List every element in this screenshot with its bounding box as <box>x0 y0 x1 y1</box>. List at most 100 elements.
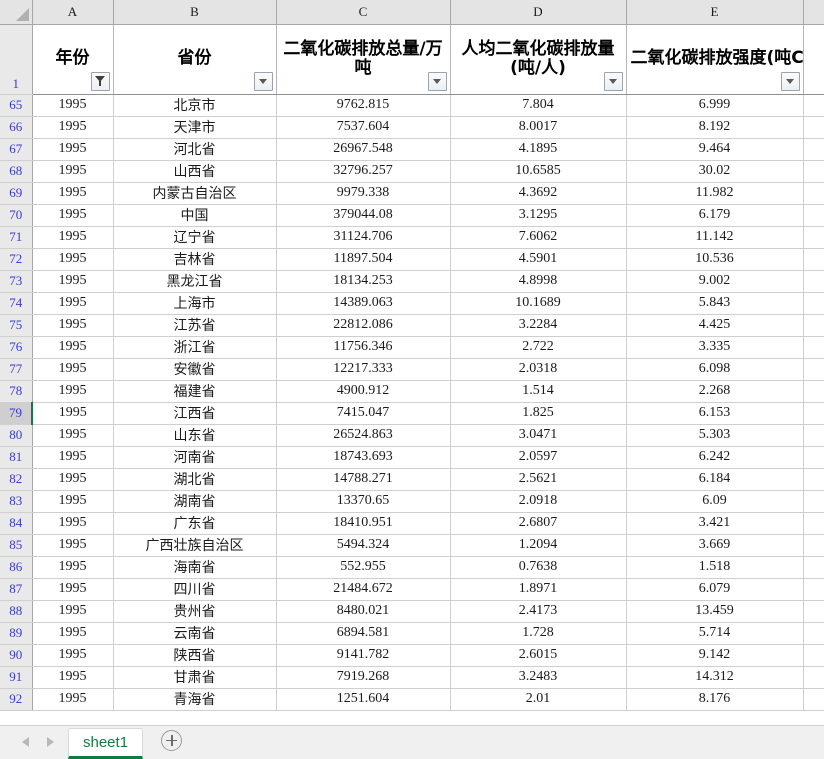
column-letter-b[interactable]: B <box>113 0 277 25</box>
cell-d86[interactable]: 0.7638 <box>450 556 627 579</box>
cell-b78[interactable]: 福建省 <box>113 380 277 403</box>
cell-e71[interactable]: 11.142 <box>626 226 804 249</box>
cell-d73[interactable]: 4.8998 <box>450 270 627 293</box>
cell-b74[interactable]: 上海市 <box>113 292 277 315</box>
table-row[interactable]: 88 1995 贵州省 8480.021 2.4173 13.459 <box>0 600 824 623</box>
cell-d92[interactable]: 2.01 <box>450 688 627 711</box>
row-header-69[interactable]: 69 <box>0 182 33 205</box>
cell-c69[interactable]: 9979.338 <box>276 182 451 205</box>
cell-a71[interactable]: 1995 <box>32 226 114 249</box>
cell-a79[interactable]: 1995 <box>32 402 114 425</box>
table-row[interactable]: 79 1995 江西省 7415.047 1.825 6.153 <box>0 402 824 425</box>
cell-c91[interactable]: 7919.268 <box>276 666 451 689</box>
cell-d78[interactable]: 1.514 <box>450 380 627 403</box>
cell-b92[interactable]: 青海省 <box>113 688 277 711</box>
table-row[interactable]: 81 1995 河南省 18743.693 2.0597 6.242 <box>0 446 824 469</box>
cell-d91[interactable]: 3.2483 <box>450 666 627 689</box>
cell-a66[interactable]: 1995 <box>32 116 114 139</box>
header-cell-e[interactable]: 二氧化碳排放强度(吨CO2/万元 <box>626 24 804 95</box>
header-cell-c[interactable]: 二氧化碳排放总量/万吨 <box>276 24 451 95</box>
table-row[interactable]: 76 1995 浙江省 11756.346 2.722 3.335 <box>0 336 824 359</box>
cell-d90[interactable]: 2.6015 <box>450 644 627 667</box>
cell-b73[interactable]: 黑龙江省 <box>113 270 277 293</box>
table-row[interactable]: 65 1995 北京市 9762.815 7.804 6.999 <box>0 94 824 117</box>
cell-a83[interactable]: 1995 <box>32 490 114 513</box>
cell-a84[interactable]: 1995 <box>32 512 114 535</box>
cell-e66[interactable]: 8.192 <box>626 116 804 139</box>
row-header-80[interactable]: 80 <box>0 424 33 447</box>
table-row[interactable]: 69 1995 内蒙古自治区 9979.338 4.3692 11.982 <box>0 182 824 205</box>
cell-a80[interactable]: 1995 <box>32 424 114 447</box>
row-header-86[interactable]: 86 <box>0 556 33 579</box>
row-header-89[interactable]: 89 <box>0 622 33 645</box>
cell-d85[interactable]: 1.2094 <box>450 534 627 557</box>
row-header-76[interactable]: 76 <box>0 336 33 359</box>
cell-e73[interactable]: 9.002 <box>626 270 804 293</box>
cell-e83[interactable]: 6.09 <box>626 490 804 513</box>
triangle-left-icon[interactable] <box>22 737 29 747</box>
cell-d87[interactable]: 1.8971 <box>450 578 627 601</box>
cell-c68[interactable]: 32796.257 <box>276 160 451 183</box>
cell-e89[interactable]: 5.714 <box>626 622 804 645</box>
cell-c83[interactable]: 13370.65 <box>276 490 451 513</box>
cell-b68[interactable]: 山西省 <box>113 160 277 183</box>
cell-c71[interactable]: 31124.706 <box>276 226 451 249</box>
table-row[interactable]: 85 1995 广西壮族自治区 5494.324 1.2094 3.669 <box>0 534 824 557</box>
cell-b83[interactable]: 湖南省 <box>113 490 277 513</box>
table-row[interactable]: 77 1995 安徽省 12217.333 2.0318 6.098 <box>0 358 824 381</box>
table-row[interactable]: 87 1995 四川省 21484.672 1.8971 6.079 <box>0 578 824 601</box>
cell-c86[interactable]: 552.955 <box>276 556 451 579</box>
cell-a89[interactable]: 1995 <box>32 622 114 645</box>
cell-a81[interactable]: 1995 <box>32 446 114 469</box>
cell-c82[interactable]: 14788.271 <box>276 468 451 491</box>
row-header-66[interactable]: 66 <box>0 116 33 139</box>
column-letter-d[interactable]: D <box>450 0 627 25</box>
table-row[interactable]: 90 1995 陕西省 9141.782 2.6015 9.142 <box>0 644 824 667</box>
filter-button-b[interactable] <box>253 71 273 91</box>
cell-c79[interactable]: 7415.047 <box>276 402 451 425</box>
cell-d72[interactable]: 4.5901 <box>450 248 627 271</box>
table-row[interactable]: 74 1995 上海市 14389.063 10.1689 5.843 <box>0 292 824 315</box>
cell-b90[interactable]: 陕西省 <box>113 644 277 667</box>
cell-e92[interactable]: 8.176 <box>626 688 804 711</box>
cell-a82[interactable]: 1995 <box>32 468 114 491</box>
row-header-1[interactable]: 1 <box>0 24 33 95</box>
cell-e88[interactable]: 13.459 <box>626 600 804 623</box>
table-row[interactable]: 82 1995 湖北省 14788.271 2.5621 6.184 <box>0 468 824 491</box>
cell-d77[interactable]: 2.0318 <box>450 358 627 381</box>
cell-b79[interactable]: 江西省 <box>113 402 277 425</box>
cell-e69[interactable]: 11.982 <box>626 182 804 205</box>
row-header-90[interactable]: 90 <box>0 644 33 667</box>
triangle-right-icon[interactable] <box>47 737 54 747</box>
cell-c89[interactable]: 6894.581 <box>276 622 451 645</box>
cell-e75[interactable]: 4.425 <box>626 314 804 337</box>
cell-b84[interactable]: 广东省 <box>113 512 277 535</box>
cell-e84[interactable]: 3.421 <box>626 512 804 535</box>
cell-d70[interactable]: 3.1295 <box>450 204 627 227</box>
cell-d67[interactable]: 4.1895 <box>450 138 627 161</box>
cell-b91[interactable]: 甘肃省 <box>113 666 277 689</box>
cell-c81[interactable]: 18743.693 <box>276 446 451 469</box>
cell-b77[interactable]: 安徽省 <box>113 358 277 381</box>
row-header-71[interactable]: 71 <box>0 226 33 249</box>
table-row[interactable]: 84 1995 广东省 18410.951 2.6807 3.421 <box>0 512 824 535</box>
row-header-88[interactable]: 88 <box>0 600 33 623</box>
header-cell-a[interactable]: 年份 <box>32 24 114 95</box>
cell-a92[interactable]: 1995 <box>32 688 114 711</box>
cell-a90[interactable]: 1995 <box>32 644 114 667</box>
cell-e82[interactable]: 6.184 <box>626 468 804 491</box>
table-row[interactable]: 70 1995 中国 379044.08 3.1295 6.179 <box>0 204 824 227</box>
cell-d68[interactable]: 10.6585 <box>450 160 627 183</box>
cell-a76[interactable]: 1995 <box>32 336 114 359</box>
cell-c84[interactable]: 18410.951 <box>276 512 451 535</box>
header-cell-b[interactable]: 省份 <box>113 24 277 95</box>
cell-c88[interactable]: 8480.021 <box>276 600 451 623</box>
column-letter-e[interactable]: E <box>626 0 804 25</box>
cell-a88[interactable]: 1995 <box>32 600 114 623</box>
cell-d65[interactable]: 7.804 <box>450 94 627 117</box>
cell-b67[interactable]: 河北省 <box>113 138 277 161</box>
table-row[interactable]: 75 1995 江苏省 22812.086 3.2284 4.425 <box>0 314 824 337</box>
row-header-67[interactable]: 67 <box>0 138 33 161</box>
cell-e70[interactable]: 6.179 <box>626 204 804 227</box>
cell-a68[interactable]: 1995 <box>32 160 114 183</box>
